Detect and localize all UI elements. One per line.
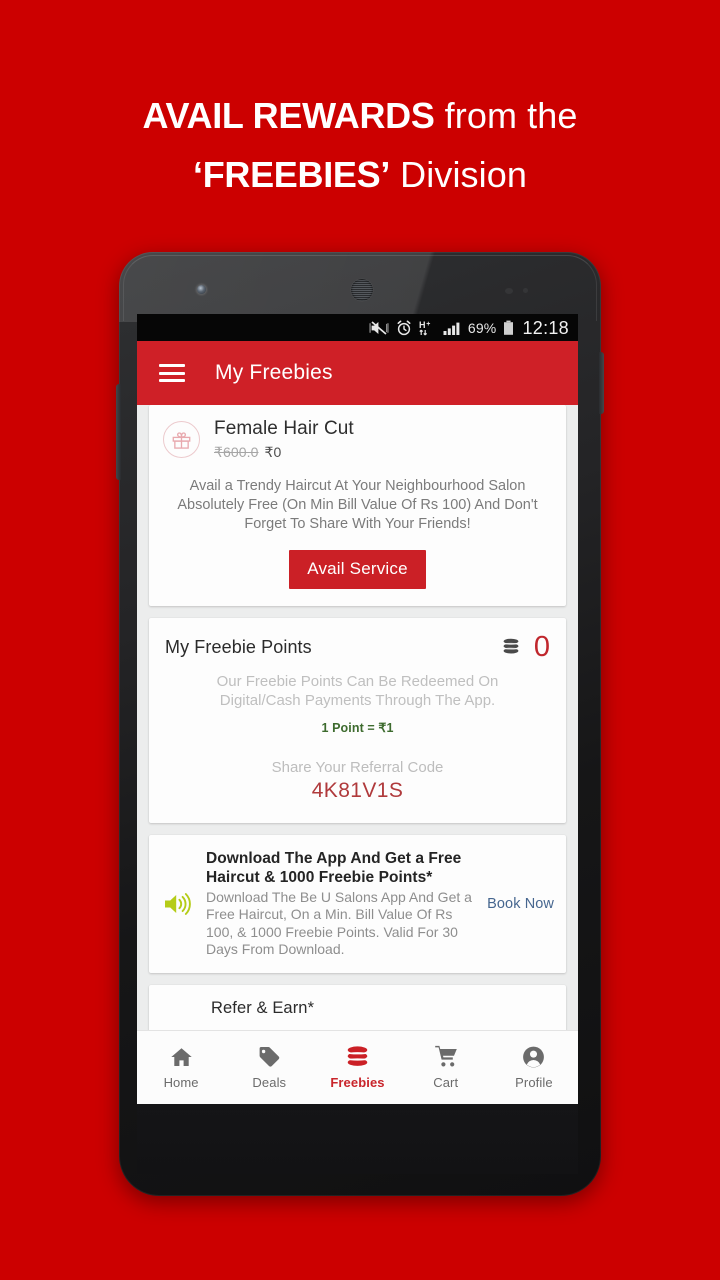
refer-and-earn-card[interactable]: Refer & Earn* (149, 984, 566, 1032)
phone-screen: H + 69% 12:18 My Freebies Female Hair Cu… (137, 314, 578, 1104)
promo-download-card: Download The App And Get a Free Haircut … (149, 834, 566, 973)
points-value: 0 (533, 630, 550, 663)
coins-icon (347, 1046, 368, 1066)
price-current: ₹0 (264, 443, 282, 460)
gift-icon (163, 421, 200, 458)
earpiece-speaker-grille (351, 279, 373, 301)
svg-text:H: H (419, 320, 426, 330)
promo-title: Download The App And Get a Free Haircut … (206, 849, 462, 886)
front-camera-icon (197, 285, 206, 294)
headline-line-1-rest: from the (434, 95, 578, 136)
headline-line-1-bold: AVAIL REWARDS (142, 95, 435, 136)
promo-headline: AVAIL REWARDS from the ‘FREEBIES’ Divisi… (0, 86, 720, 204)
nav-label-cart: Cart (433, 1075, 459, 1090)
announcement-speaker-icon (165, 892, 191, 915)
nav-label-profile: Profile (515, 1075, 553, 1090)
person-icon (523, 1046, 545, 1068)
nav-item-cart[interactable]: Cart (402, 1045, 490, 1090)
freebie-card-header: Female Hair Cut ₹600.0 ₹0 (163, 418, 552, 461)
nav-item-profile[interactable]: Profile (490, 1045, 578, 1090)
nav-label-freebies: Freebies (330, 1075, 385, 1090)
nav-item-freebies[interactable]: Freebies (313, 1045, 401, 1090)
scroll-content[interactable]: Female Hair Cut ₹600.0 ₹0 Avail a Trendy … (137, 405, 578, 1104)
freebie-service-card: Female Hair Cut ₹600.0 ₹0 Avail a Trendy … (149, 405, 566, 606)
phone-bottom-chin (137, 1104, 578, 1174)
headline-line-2: ‘FREEBIES’ Division (0, 145, 720, 204)
freebie-button-wrap: Avail Service (163, 549, 552, 589)
referral-code-value[interactable]: 4K81V1S (165, 779, 550, 803)
promo-text-block: Download The App And Get a Free Haircut … (206, 849, 472, 959)
light-sensor-icon (523, 288, 528, 293)
alarm-clock-icon (397, 320, 411, 335)
proximity-sensor-icon (505, 288, 513, 294)
nav-label-home: Home (163, 1075, 199, 1090)
points-card-title: My Freebie Points (165, 636, 312, 657)
headline-line-2-rest: Division (390, 154, 527, 195)
svg-text:+: + (426, 321, 430, 328)
points-conversion-rate: 1 Point = ₹1 (321, 720, 394, 735)
nav-label-deals: Deals (252, 1075, 287, 1090)
power-button[interactable] (599, 352, 604, 414)
battery-percent-label: 69% (467, 319, 497, 336)
freebie-title: Female Hair Cut (214, 418, 354, 439)
freebie-price-row: ₹600.0 ₹0 (214, 444, 354, 461)
app-bar: My Freebies (137, 341, 578, 405)
refer-and-earn-title: Refer & Earn* (211, 998, 315, 1017)
signal-bars-icon (443, 322, 460, 335)
battery-icon (504, 320, 514, 335)
referral-code-label: Share Your Referral Code (271, 758, 444, 776)
freebie-description: Avail a Trendy Haircut At Your Neighbour… (177, 477, 538, 532)
hamburger-menu-icon[interactable] (159, 364, 185, 382)
promo-icon-wrap (159, 890, 195, 918)
cart-icon (434, 1045, 457, 1067)
status-clock: 12:18 (522, 317, 569, 338)
avail-service-button[interactable]: Avail Service (289, 549, 426, 589)
freebie-card-titleblock: Female Hair Cut ₹600.0 ₹0 (214, 418, 354, 461)
page-title: My Freebies (215, 361, 333, 384)
nav-item-home[interactable]: Home (137, 1045, 225, 1090)
coins-stack-icon (503, 639, 519, 654)
points-card-header: My Freebie Points 0 (165, 630, 550, 663)
vibrate-mute-icon (369, 320, 389, 335)
nav-item-deals[interactable]: Deals (225, 1045, 313, 1090)
freebie-points-card: My Freebie Points 0 Our Freebie Points C… (149, 617, 566, 823)
status-bar: H + 69% 12:18 (137, 314, 578, 341)
headline-line-1: AVAIL REWARDS from the (0, 86, 720, 145)
points-description: Our Freebie Points Can Be Redeemed On Di… (216, 672, 499, 710)
hplus-data-icon: H + (419, 320, 430, 335)
points-value-group: 0 (500, 630, 550, 663)
tag-icon (259, 1047, 280, 1067)
price-original: ₹600.0 (214, 443, 259, 460)
headline-line-2-bold: ‘FREEBIES’ (193, 154, 391, 195)
book-now-link[interactable]: Book Now (483, 896, 554, 912)
bottom-navigation-bar: Home Deals Freebies Cart Profile (137, 1030, 578, 1104)
volume-rocker-button[interactable] (116, 384, 121, 480)
promo-description: Download The Be U Salons App And Get a F… (206, 888, 472, 958)
home-icon (170, 1048, 192, 1066)
phone-device-frame: H + 69% 12:18 My Freebies Female Hair Cu… (116, 252, 604, 1196)
